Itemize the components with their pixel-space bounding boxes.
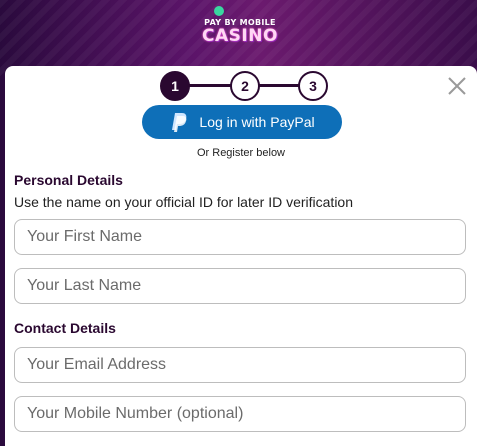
stepper-connector (186, 84, 236, 87)
step-3: 3 (298, 71, 328, 101)
paypal-button-label: Log in with PayPal (199, 114, 315, 130)
registration-stepper: 1 2 3 (160, 69, 330, 101)
stepper-connector (254, 84, 304, 87)
first-name-field[interactable] (14, 219, 466, 255)
close-button[interactable] (447, 76, 467, 96)
email-field[interactable] (14, 347, 466, 383)
last-name-field[interactable] (14, 268, 466, 304)
personal-details-heading: Personal Details (14, 172, 123, 188)
paypal-icon (172, 113, 187, 132)
register-below-text: Or Register below (196, 147, 286, 159)
registration-panel: 1 2 3 Log in with PayPal Or Register bel… (5, 66, 477, 446)
step-2: 2 (230, 71, 260, 101)
paypal-login-button[interactable]: Log in with PayPal (142, 105, 342, 139)
id-verification-hint: Use the name on your official ID for lat… (14, 194, 354, 210)
contact-details-heading: Contact Details (14, 320, 116, 336)
logo-sparkle-icon (214, 6, 224, 16)
site-logo[interactable]: PAY BY MOBILE CASINO (198, 6, 282, 54)
mobile-number-field[interactable] (14, 396, 466, 432)
logo-main-text: CASINO (202, 26, 278, 46)
close-icon (448, 77, 466, 95)
step-1: 1 (160, 71, 190, 101)
